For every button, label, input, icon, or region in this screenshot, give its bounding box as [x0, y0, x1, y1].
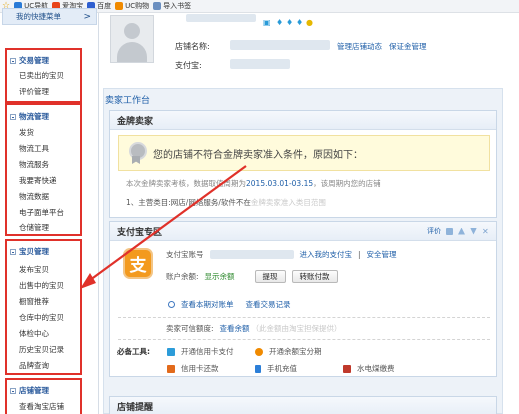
collapse-icon[interactable] — [10, 248, 16, 255]
alipay-title: 支付宝专区 — [117, 227, 163, 238]
sidebar-item-reviews[interactable]: 评价管理 — [19, 86, 49, 97]
chevron-right-icon[interactable]: > — [83, 12, 91, 22]
manage-dynamic-link[interactable]: 管理店铺动态 — [337, 41, 382, 52]
gold-seller-header: 金牌卖家 — [110, 111, 496, 130]
search-icon — [168, 301, 175, 308]
sidebar-group-items[interactable]: 宝贝管理 — [10, 246, 90, 257]
store-notice-panel: 店铺提醒 — [109, 396, 497, 414]
quick-menu-header[interactable]: 我的快捷菜单 > — [2, 8, 97, 25]
gold-period-line: 本次金牌卖家考核，数据取值周期为2015.03.01-03.15，该周期内您的店… — [126, 179, 381, 188]
move-up-icon[interactable] — [458, 227, 465, 235]
sidebar-item-sold[interactable]: 已卖出的宝贝 — [19, 70, 64, 81]
panel-tools: 评价 ✕ — [427, 226, 489, 236]
gold-warning-text: 您的店铺不符合金牌卖家准入条件，原因如下： — [153, 149, 363, 161]
divider — [118, 339, 490, 340]
tool-card-repay[interactable]: 信用卡还款 — [167, 363, 219, 374]
alipay-panel: 支付宝专区 评价 ✕ 支 支付宝账号 进入我的支付宝 | 安全管理 账户余额: … — [109, 221, 497, 377]
rank-badge-icon[interactable]: ▣ — [263, 18, 271, 27]
blurred-alipay-account — [230, 59, 290, 69]
card-repay-icon — [167, 364, 175, 373]
blurred-alipay-id — [209, 250, 294, 259]
sidebar-item-history[interactable]: 历史宝贝记录 — [19, 344, 64, 355]
close-icon[interactable]: ✕ — [482, 227, 489, 235]
blurred-shop-title — [186, 14, 256, 22]
must-tools-label: 必备工具: — [117, 347, 150, 356]
divider — [118, 317, 490, 318]
withdraw-button[interactable]: 提现 — [254, 270, 286, 283]
credit-view-link[interactable]: 查看余额 — [220, 323, 250, 334]
phone-recharge-icon — [255, 364, 261, 373]
store-notice-header: 店铺提醒 — [110, 397, 496, 414]
blurred-shop-name — [230, 40, 330, 50]
alipay-logo-icon: 支 — [125, 250, 151, 277]
alipay-balance-row: 账户余额: 显示余额 提现 转账付款 — [166, 270, 338, 283]
medal-icon — [127, 142, 147, 164]
settings-icon[interactable] — [446, 227, 453, 235]
shop-name-label: 店铺名称: — [175, 42, 210, 51]
sidebar-item-brand[interactable]: 品牌查询 — [19, 360, 49, 371]
store-notice-title: 店铺提醒 — [117, 403, 154, 413]
shop-links: 管理店铺动态 保证金管理 — [337, 41, 427, 52]
move-down-icon[interactable] — [470, 227, 477, 235]
guarantee-link[interactable]: 保证金管理 — [389, 41, 427, 52]
sidebar-item-eform[interactable]: 电子面单平台 — [19, 207, 64, 218]
gold-warning-box: 您的店铺不符合金牌卖家准入条件，原因如下： — [118, 135, 490, 171]
gold-reason-line: 1、主营类目:网店/网络服务/软件不在金牌卖家准入类目范围 — [126, 198, 326, 207]
credit-card-icon — [167, 347, 175, 356]
alipay-header: 支付宝专区 评价 ✕ — [110, 222, 496, 241]
workbench-title: 卖家工作台 — [105, 96, 151, 106]
diamond-icon: ♦ — [276, 18, 284, 27]
sidebar-item-in-stock[interactable]: 仓库中的宝贝 — [19, 312, 64, 323]
uc-shopping-icon — [115, 2, 124, 10]
avatar[interactable] — [110, 15, 154, 63]
tool-phone-recharge[interactable]: 手机充值 — [255, 363, 297, 374]
sidebar-item-publish[interactable]: 发布宝贝 — [19, 264, 49, 275]
sidebar-item-logistics-data[interactable]: 物流数据 — [19, 191, 49, 202]
tool-utility-bill[interactable]: 水电煤缴费 — [343, 363, 395, 374]
gold-seller-title: 金牌卖家 — [117, 116, 154, 127]
sidebar-item-warehouse[interactable]: 仓储管理 — [19, 222, 49, 233]
alipay-label: 支付宝: — [175, 61, 202, 70]
security-link[interactable]: 安全管理 — [367, 249, 397, 260]
rate-link[interactable]: 评价 — [427, 226, 441, 236]
collapse-icon[interactable] — [10, 57, 16, 64]
credit-row: 卖家可信额度: 查看余额 （此金额由淘宝担保提供） — [166, 323, 342, 334]
sidebar-item-logistics-service[interactable]: 物流服务 — [19, 159, 49, 170]
view-records-link[interactable]: 查看交易记录 — [246, 299, 291, 310]
alipay-account-row: 支付宝账号 进入我的支付宝 | 安全管理 — [166, 249, 397, 260]
bookmark-import[interactable]: 导入书签 — [153, 1, 191, 11]
sidebar-item-ship[interactable]: 发货 — [19, 127, 34, 138]
sidebar-group-trade[interactable]: 交易管理 — [10, 55, 90, 66]
sidebar-group-logistics[interactable]: 物流管理 — [10, 111, 90, 122]
collapse-icon[interactable] — [10, 113, 16, 120]
alipay-links-row: 查看本期对账单 查看交易记录 — [168, 299, 291, 310]
quick-menu-label: 我的快捷菜单 — [16, 12, 61, 21]
installment-icon — [255, 347, 263, 356]
diamond-icon: ♦ — [286, 18, 294, 27]
show-balance-link[interactable]: 显示余额 — [205, 271, 235, 282]
import-bookmark-icon — [153, 2, 162, 10]
transfer-button[interactable]: 转账付款 — [291, 270, 338, 283]
bookmark-uc-shopping[interactable]: UC购物 — [115, 1, 149, 11]
sidebar-item-express[interactable]: 我要寄快递 — [19, 175, 57, 186]
view-bill-link[interactable]: 查看本期对账单 — [181, 299, 234, 310]
gold-category-link[interactable]: 金牌卖家准入类目范围 — [251, 198, 326, 207]
enter-alipay-link[interactable]: 进入我的支付宝 — [300, 249, 353, 260]
gold-period: 2015.03.01-03.15 — [246, 179, 314, 188]
diamond-icon: ♦ — [296, 18, 304, 27]
sidebar-item-showcase[interactable]: 橱窗推荐 — [19, 296, 49, 307]
collapse-icon[interactable] — [10, 387, 16, 394]
utility-bill-icon — [343, 364, 351, 373]
sidebar-group-shop[interactable]: 店铺管理 — [10, 385, 90, 396]
sidebar-item-view-shop[interactable]: 查看淘宝店铺 — [19, 401, 64, 412]
tool-installment[interactable]: 开通余额宝分期 — [255, 346, 322, 357]
gold-seller-panel: 金牌卖家 您的店铺不符合金牌卖家准入条件，原因如下： 本次金牌卖家考核，数据取值… — [109, 110, 497, 218]
tool-credit-card[interactable]: 开通信用卡支付 — [167, 346, 234, 357]
sidebar-item-checkup[interactable]: 体检中心 — [19, 328, 49, 339]
sidebar-item-on-sale[interactable]: 出售中的宝贝 — [19, 280, 64, 291]
gold-medal-icon: ● — [306, 18, 313, 27]
sidebar-item-logistics-tools[interactable]: 物流工具 — [19, 143, 49, 154]
